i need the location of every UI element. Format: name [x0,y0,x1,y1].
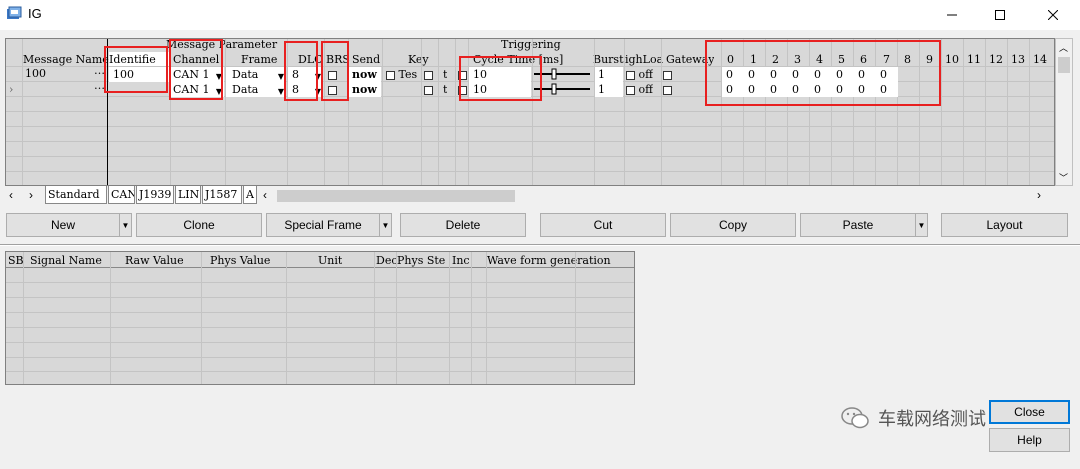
tab-j1939[interactable]: J1939 [136,186,174,204]
col-byte-11[interactable]: 11 [967,52,981,67]
chevron-down-icon[interactable]: ▼ [379,214,391,236]
row1-gateway-checkbox[interactable] [663,67,672,82]
tab-standard[interactable]: Standard [45,186,107,204]
scroll-down-icon[interactable]: ﹀ [1059,171,1068,184]
highlight-brs [321,41,349,101]
copy-button[interactable]: Copy [670,213,796,237]
window-title: IG [28,6,42,21]
col-highload[interactable]: ighLoa [625,52,663,67]
tab-can[interactable]: CAN [108,186,135,204]
row1-cycle-slider[interactable] [534,67,592,82]
wechat-icon [841,407,869,429]
tab-j1587[interactable]: J1587 [202,186,242,204]
chevron-down-icon[interactable]: ▼ [915,214,927,236]
col-raw-value[interactable]: Raw Value [125,253,184,268]
maximize-icon [995,10,1005,20]
title-bar: IG [0,0,1080,30]
hscroll-right-icon[interactable]: › [1037,188,1041,202]
highlight-cycle-time [459,56,542,101]
watermark: 车载网络测试 [840,405,986,431]
row2-key2: t [443,83,448,96]
row1-burst[interactable]: 1 [595,67,623,82]
special-frame-button[interactable]: Special Frame ▼ [266,213,392,237]
col-wave-form[interactable]: Wave form generation [487,253,611,268]
row2-highload[interactable]: off [626,82,653,97]
col-send[interactable]: Send [352,52,380,67]
signal-grid[interactable]: SB Signal Name Raw Value Phys Value Unit… [5,251,635,385]
close-button[interactable]: Close [989,400,1070,424]
row2-key-toggle[interactable] [424,82,433,97]
watermark-text: 车载网络测试 [878,409,986,429]
close-icon [1048,10,1058,20]
panel-splitter[interactable] [0,244,1080,246]
col-byte-10[interactable]: 10 [945,52,959,67]
triggering-header: Triggering [501,38,561,51]
row2-burst[interactable]: 1 [595,82,623,97]
col-byte-13[interactable]: 13 [1011,52,1025,67]
col-phys-value[interactable]: Phys Value [210,253,270,268]
highlight-dlc [284,41,318,101]
col-signal-name[interactable]: Signal Name [30,253,102,268]
highlight-data-bytes [705,40,941,106]
hscroll-left-icon[interactable]: ‹ [263,188,267,202]
col-sb[interactable]: SB [8,253,24,268]
protocol-tabs: ‹ › Standard CAN J1939 LIN J1587 A ‹ › [5,186,1073,206]
help-button[interactable]: Help [989,428,1070,452]
clone-button[interactable]: Clone [136,213,262,237]
row2-cycle-slider[interactable] [534,82,592,97]
close-window-button[interactable] [1030,0,1076,30]
layout-button[interactable]: Layout [941,213,1068,237]
maximize-button[interactable] [977,0,1023,30]
col-byte-12[interactable]: 12 [989,52,1003,67]
row1-send-button[interactable]: now [349,67,381,82]
row1-key-checkbox[interactable]: Tes [386,67,417,82]
col-phys-step[interactable]: Phys Ste [397,253,450,268]
row1-highload[interactable]: off [626,67,653,82]
highlight-identifier [104,46,168,93]
row2-gateway-checkbox[interactable] [663,82,672,97]
minimize-icon [947,14,957,16]
col-frame[interactable]: Frame [241,52,277,67]
app-icon [7,6,22,19]
col-dec[interactable]: Dec [376,253,398,268]
col-unit[interactable]: Unit [318,253,342,268]
col-inc[interactable]: Inc [452,253,470,268]
tab-lin[interactable]: LIN [175,186,201,204]
chevron-down-icon[interactable]: ▼ [119,214,131,236]
row1-frame-select[interactable]: Data ▼ [226,67,286,82]
scroll-up-icon[interactable]: ︿ [1059,41,1068,54]
message-grid-scrollbar[interactable]: ︿ ﹀ [1055,38,1073,186]
tab-scroll-right-icon[interactable]: › [29,188,33,202]
row2-frame-select[interactable]: Data ▼ [226,82,286,97]
col-burst[interactable]: Burst [593,52,624,67]
row-pointer-icon: › [9,83,14,96]
row2-send-button[interactable]: now [349,82,381,97]
minimize-button[interactable] [929,0,975,30]
scroll-thumb[interactable] [1058,57,1070,73]
tab-scroll-left-icon[interactable]: ‹ [9,188,13,202]
row1-key-toggle[interactable] [424,67,433,82]
paste-button[interactable]: Paste ▼ [800,213,928,237]
highlight-channel [169,39,223,100]
row2-message-name[interactable]: … [23,81,107,96]
row1-key2: t [443,68,448,81]
col-key[interactable]: Key [408,52,429,67]
tab-more[interactable]: A [243,186,257,204]
delete-button[interactable]: Delete [400,213,526,237]
col-byte-14[interactable]: 14 [1033,52,1047,67]
new-button[interactable]: New ▼ [6,213,132,237]
hscroll-thumb[interactable] [277,190,515,202]
cut-button[interactable]: Cut [540,213,666,237]
row1-message-name[interactable]: 100… [23,66,107,81]
